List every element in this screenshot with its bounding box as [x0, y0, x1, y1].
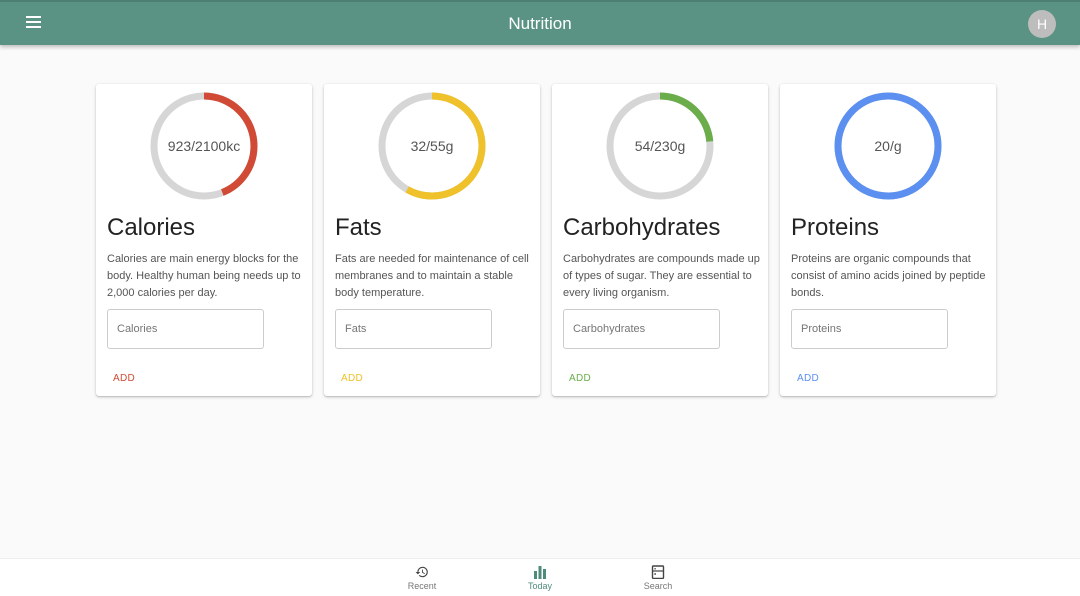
- add-button[interactable]: ADD: [107, 371, 141, 386]
- card-title: Proteins: [791, 214, 880, 241]
- nav-label: Today: [527, 581, 553, 591]
- ring-label: 20/g: [874, 138, 902, 154]
- app-bar: Nutrition H: [0, 0, 1080, 45]
- page-title: Nutrition: [508, 14, 572, 33]
- ring-label: 54/230g: [634, 138, 686, 154]
- add-button[interactable]: ADD: [791, 371, 825, 386]
- card-description: Fats are needed for maintenance of cell …: [335, 253, 529, 299]
- card-description: Carbohydrates are compounds made up of t…: [563, 253, 760, 299]
- card-title: Fats: [335, 214, 382, 241]
- card-title: Carbohydrates: [563, 214, 721, 241]
- nav-search[interactable]: Search: [628, 565, 688, 591]
- amount-input[interactable]: [791, 309, 948, 349]
- ring-label: 32/55g: [410, 138, 454, 154]
- add-button[interactable]: ADD: [563, 371, 597, 386]
- bottom-navigation: Recent Today Search: [0, 558, 1080, 596]
- nutrient-card-calories: 923/2100kc Calories Calories are main en…: [96, 84, 312, 396]
- card-description: Proteins are organic compounds that cons…: [791, 253, 986, 299]
- nutrient-card-proteins: 20/g Proteins Proteins are organic compo…: [780, 84, 996, 396]
- card-description: Calories are main energy blocks for the …: [107, 253, 301, 299]
- nav-label: Search: [643, 581, 673, 591]
- nav-label: Recent: [407, 581, 437, 591]
- nav-recent[interactable]: Recent: [392, 565, 452, 591]
- nutrient-card-carbohydrates: 54/230g Carbohydrates Carbohydrates are …: [552, 84, 768, 396]
- amount-input[interactable]: [107, 309, 264, 349]
- bar-chart-icon: [534, 566, 546, 579]
- search-icon: [651, 565, 665, 579]
- nav-today[interactable]: Today: [510, 565, 570, 591]
- card-title: Calories: [107, 214, 196, 241]
- history-icon: [415, 566, 428, 578]
- avatar[interactable]: H: [1028, 10, 1056, 38]
- amount-input[interactable]: [335, 309, 492, 349]
- add-button[interactable]: ADD: [335, 371, 369, 386]
- ring-label: 923/2100kc: [167, 138, 241, 154]
- nutrient-card-fats: 32/55g Fats Fats are needed for maintena…: [324, 84, 540, 396]
- amount-input[interactable]: [563, 309, 720, 349]
